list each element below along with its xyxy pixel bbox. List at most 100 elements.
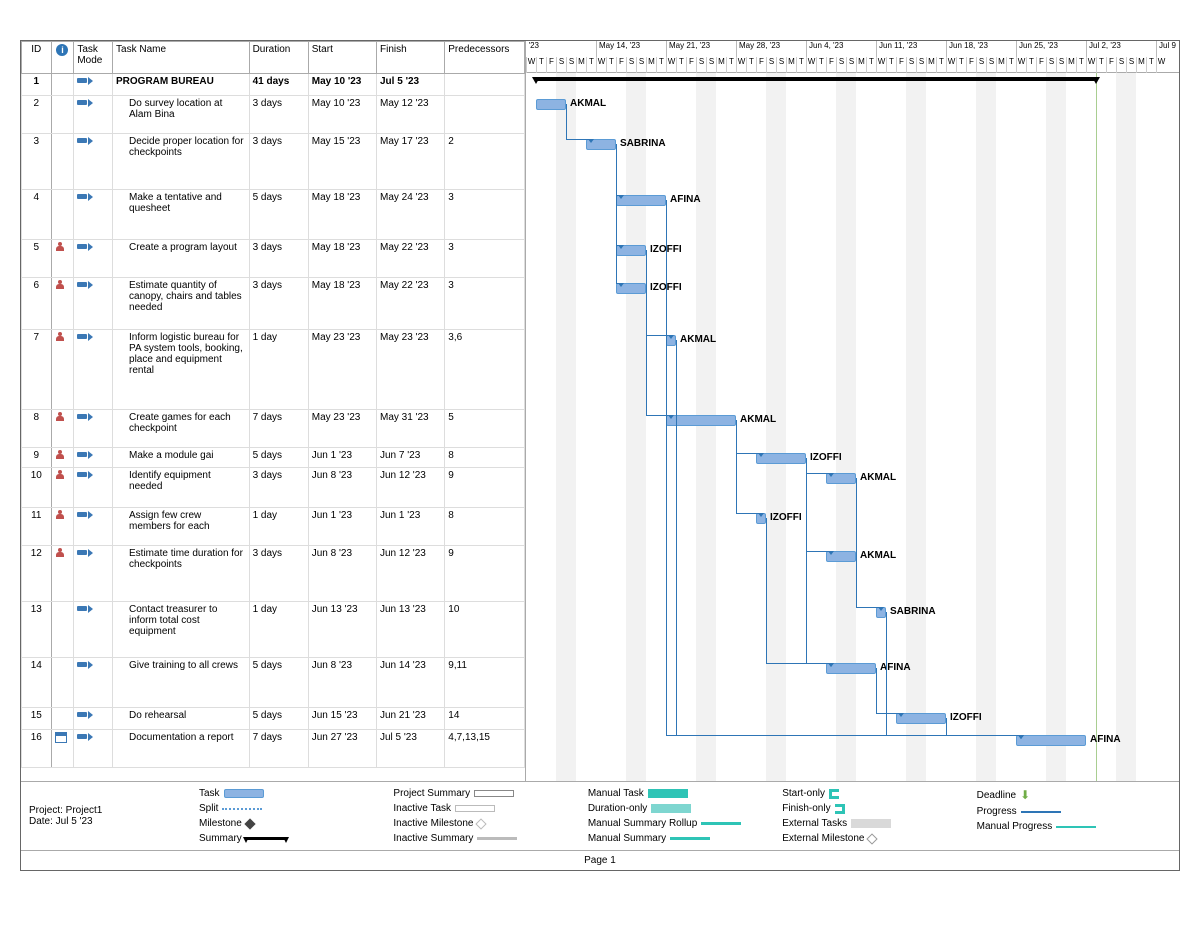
finish-cell[interactable]: Jun 21 '23 [377, 708, 445, 730]
name-cell[interactable]: Decide proper location for checkpoints [113, 134, 250, 190]
task-table[interactable]: ID i Task Mode Task Name Duration Start … [21, 41, 525, 768]
indicator-cell[interactable] [51, 74, 74, 96]
table-row[interactable]: 1PROGRAM BUREAU41 daysMay 10 '23Jul 5 '2… [22, 74, 525, 96]
col-mode[interactable]: Task Mode [74, 42, 113, 74]
pred-cell[interactable]: 14 [445, 708, 525, 730]
id-cell[interactable]: 5 [22, 240, 52, 278]
finish-cell[interactable]: May 31 '23 [377, 410, 445, 448]
col-start[interactable]: Start [308, 42, 376, 74]
start-cell[interactable]: May 18 '23 [308, 278, 376, 330]
mode-cell[interactable] [74, 508, 113, 546]
start-cell[interactable]: May 15 '23 [308, 134, 376, 190]
table-row[interactable]: 8Create games for each checkpoint7 daysM… [22, 410, 525, 448]
duration-cell[interactable]: 41 days [249, 74, 308, 96]
duration-cell[interactable]: 3 days [249, 134, 308, 190]
id-cell[interactable]: 14 [22, 658, 52, 708]
mode-cell[interactable] [74, 410, 113, 448]
duration-cell[interactable]: 3 days [249, 240, 308, 278]
duration-cell[interactable]: 5 days [249, 190, 308, 240]
name-cell[interactable]: Documentation a report [113, 730, 250, 768]
indicator-cell[interactable] [51, 602, 74, 658]
mode-cell[interactable] [74, 96, 113, 134]
start-cell[interactable]: Jun 1 '23 [308, 448, 376, 468]
pred-cell[interactable]: 8 [445, 508, 525, 546]
indicator-cell[interactable] [51, 468, 74, 508]
pred-cell[interactable]: 3 [445, 278, 525, 330]
name-cell[interactable]: Create a program layout [113, 240, 250, 278]
start-cell[interactable]: May 10 '23 [308, 96, 376, 134]
finish-cell[interactable]: Jun 12 '23 [377, 546, 445, 602]
duration-cell[interactable]: 1 day [249, 508, 308, 546]
finish-cell[interactable]: Jul 5 '23 [377, 74, 445, 96]
start-cell[interactable]: Jun 8 '23 [308, 468, 376, 508]
finish-cell[interactable]: Jun 7 '23 [377, 448, 445, 468]
table-row[interactable]: 5Create a program layout3 daysMay 18 '23… [22, 240, 525, 278]
duration-cell[interactable]: 5 days [249, 658, 308, 708]
duration-cell[interactable]: 3 days [249, 96, 308, 134]
mode-cell[interactable] [74, 658, 113, 708]
mode-cell[interactable] [74, 240, 113, 278]
table-row[interactable]: 10Identify equipment needed3 daysJun 8 '… [22, 468, 525, 508]
mode-cell[interactable] [74, 330, 113, 410]
duration-cell[interactable]: 3 days [249, 546, 308, 602]
table-row[interactable]: 3 Decide proper location for checkpoints3… [22, 134, 525, 190]
mode-cell[interactable] [74, 278, 113, 330]
pred-cell[interactable]: 9 [445, 468, 525, 508]
mode-cell[interactable] [74, 708, 113, 730]
indicator-cell[interactable] [51, 448, 74, 468]
indicator-cell[interactable] [51, 546, 74, 602]
finish-cell[interactable]: May 23 '23 [377, 330, 445, 410]
pred-cell[interactable]: 3 [445, 190, 525, 240]
table-row[interactable]: 16Documentation a report7 daysJun 27 '23… [22, 730, 525, 768]
indicator-cell[interactable] [51, 708, 74, 730]
mode-cell[interactable] [74, 134, 113, 190]
indicator-cell[interactable] [51, 410, 74, 448]
pred-cell[interactable]: 9,11 [445, 658, 525, 708]
table-row[interactable]: 2Do survey location at Alam Bina3 daysMa… [22, 96, 525, 134]
table-row[interactable]: 6Estimate quantity of canopy, chairs and… [22, 278, 525, 330]
id-cell[interactable]: 4 [22, 190, 52, 240]
col-indicator[interactable]: i [51, 42, 74, 74]
name-cell[interactable]: Make a module gai [113, 448, 250, 468]
table-row[interactable]: 15Do rehearsal5 daysJun 15 '23Jun 21 '23… [22, 708, 525, 730]
mode-cell[interactable] [74, 602, 113, 658]
name-cell[interactable]: Identify equipment needed [113, 468, 250, 508]
id-cell[interactable]: 3 [22, 134, 52, 190]
finish-cell[interactable]: May 22 '23 [377, 240, 445, 278]
start-cell[interactable]: Jun 15 '23 [308, 708, 376, 730]
col-id[interactable]: ID [22, 42, 52, 74]
indicator-cell[interactable] [51, 658, 74, 708]
duration-cell[interactable]: 1 day [249, 602, 308, 658]
pred-cell[interactable]: 3 [445, 240, 525, 278]
id-cell[interactable]: 11 [22, 508, 52, 546]
finish-cell[interactable]: May 12 '23 [377, 96, 445, 134]
mode-cell[interactable] [74, 730, 113, 768]
finish-cell[interactable]: May 22 '23 [377, 278, 445, 330]
finish-cell[interactable]: Jun 1 '23 [377, 508, 445, 546]
name-cell[interactable]: Contact treasurer to inform total cost e… [113, 602, 250, 658]
id-cell[interactable]: 12 [22, 546, 52, 602]
id-cell[interactable]: 8 [22, 410, 52, 448]
indicator-cell[interactable] [51, 190, 74, 240]
id-cell[interactable]: 9 [22, 448, 52, 468]
start-cell[interactable]: May 18 '23 [308, 190, 376, 240]
indicator-cell[interactable] [51, 96, 74, 134]
mode-cell[interactable] [74, 448, 113, 468]
pred-cell[interactable]: 8 [445, 448, 525, 468]
indicator-cell[interactable] [51, 330, 74, 410]
duration-cell[interactable]: 7 days [249, 730, 308, 768]
duration-cell[interactable]: 3 days [249, 468, 308, 508]
start-cell[interactable]: Jun 27 '23 [308, 730, 376, 768]
name-cell[interactable]: Do survey location at Alam Bina [113, 96, 250, 134]
table-row[interactable]: 9Make a module gai5 daysJun 1 '23Jun 7 '… [22, 448, 525, 468]
mode-cell[interactable] [74, 546, 113, 602]
col-name[interactable]: Task Name [113, 42, 250, 74]
name-cell[interactable]: Do rehearsal [113, 708, 250, 730]
col-predecessors[interactable]: Predecessors [445, 42, 525, 74]
table-row[interactable]: 14Give training to all crews5 daysJun 8 … [22, 658, 525, 708]
name-cell[interactable]: Make a tentative and quesheet [113, 190, 250, 240]
pred-cell[interactable]: 4,7,13,15 [445, 730, 525, 768]
table-row[interactable]: 13Contact treasurer to inform total cost… [22, 602, 525, 658]
duration-cell[interactable]: 5 days [249, 708, 308, 730]
start-cell[interactable]: May 23 '23 [308, 410, 376, 448]
